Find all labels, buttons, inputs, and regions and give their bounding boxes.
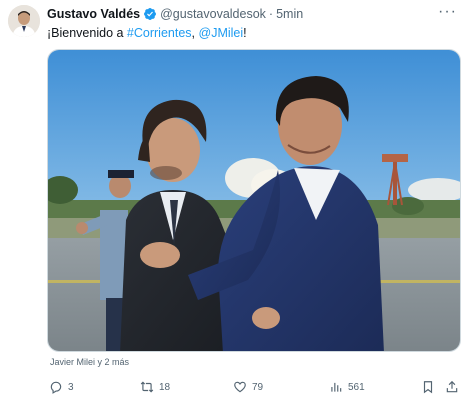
share-icon: [446, 380, 458, 393]
views-icon: [331, 382, 342, 392]
share-button[interactable]: [445, 377, 464, 397]
author-avatar[interactable]: [8, 5, 40, 37]
mention-link[interactable]: @JMilei: [199, 26, 244, 40]
like-count: 79: [252, 381, 264, 393]
reply-count: 3: [68, 381, 74, 393]
repost-button[interactable]: 18: [140, 377, 170, 397]
tweet-text-suffix: !: [243, 26, 247, 40]
like-button[interactable]: 79: [233, 377, 263, 397]
tweet-text: ¡Bienvenido a #Corrientes, @JMilei!: [47, 25, 247, 41]
more-icon[interactable]: ···: [438, 4, 457, 20]
hashtag-link[interactable]: #Corrientes: [127, 26, 192, 40]
time-separator: ·: [268, 7, 274, 21]
tweet-text-prefix: ¡Bienvenido a: [47, 26, 127, 40]
tweet-header: Gustavo Valdés @gustavovaldesok · 5min: [47, 6, 303, 22]
author-name[interactable]: Gustavo Valdés: [47, 6, 140, 22]
reply-icon: [50, 381, 62, 394]
action-bar: 3 18 79 561: [47, 377, 461, 397]
repost-count: 18: [159, 381, 171, 393]
bookmark-button[interactable]: [421, 377, 440, 397]
reply-button[interactable]: 3: [49, 377, 74, 397]
tagged-people[interactable]: Javier Milei y 2 más: [47, 357, 129, 367]
author-handle[interactable]: @gustavovaldesok: [160, 6, 266, 22]
bookmark-icon: [423, 381, 433, 394]
views-button[interactable]: 561: [329, 377, 365, 397]
tweet-text-comma: ,: [191, 26, 199, 40]
tweet-photo[interactable]: [47, 49, 461, 352]
repost-icon: [140, 381, 154, 393]
verified-badge-icon: [143, 7, 157, 21]
hand-shape: [140, 242, 180, 268]
heart-icon: [234, 381, 246, 393]
tweet-time[interactable]: 5min: [276, 6, 303, 22]
tweet[interactable]: Gustavo Valdés @gustavovaldesok · 5min ·…: [0, 0, 469, 400]
handshake-shape: [252, 307, 280, 329]
tagged-people-label: Javier Milei y 2 más: [50, 357, 130, 367]
views-count: 561: [348, 381, 365, 393]
